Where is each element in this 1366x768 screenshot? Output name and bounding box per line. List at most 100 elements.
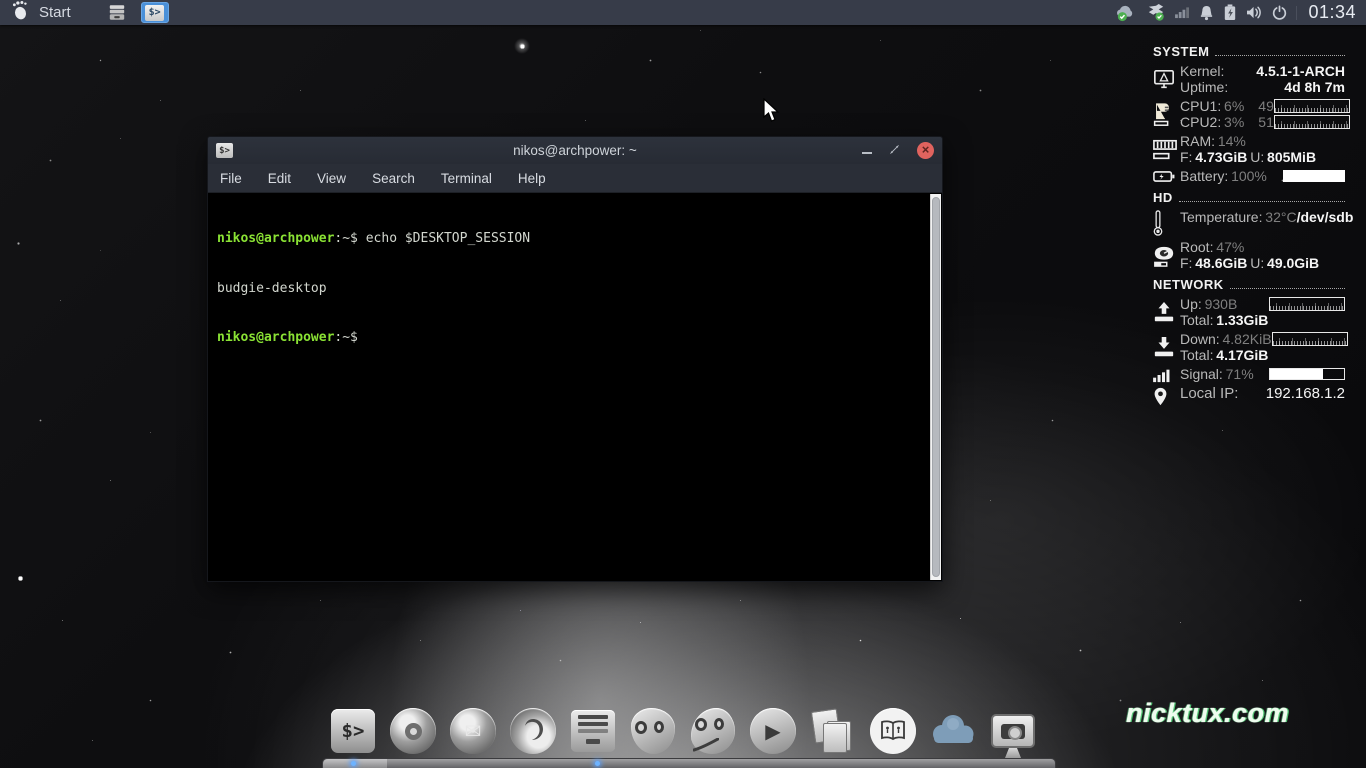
hd-temp: 32°C [1265,209,1296,225]
dock: $> ✉ ▶ [330,706,1036,756]
volume-icon[interactable] [1246,5,1263,20]
terminal-icon: $> [145,5,164,21]
owncloud-icon [929,712,977,751]
root-percent: 47% [1216,239,1244,255]
menu-file[interactable]: File [220,171,242,186]
file-cabinet-icon [571,710,615,752]
conky-battery-row: Battery: 100% [1153,168,1345,184]
dock-file-manager[interactable] [570,706,616,756]
up-rate: 930B [1205,296,1238,312]
system-tray: 01:34 [1115,0,1366,25]
screenshot-icon [991,714,1035,748]
up-total: 1.33GiB [1216,312,1268,328]
tasklist-terminal-button[interactable]: $> [141,2,169,23]
restore-button[interactable] [889,142,900,160]
tray-separator [1296,6,1297,20]
battery-bar [1283,170,1345,182]
evolution-icon: ✉ [450,708,496,754]
owncloud-sync-icon[interactable] [1115,4,1137,22]
watermark-text: nicktux.com [1126,698,1289,729]
dock-terminal[interactable]: $> [330,706,376,756]
start-menu-button[interactable]: Start [0,0,81,25]
running-indicator-terminal [351,761,356,766]
ram-used: 805MiB [1267,149,1316,165]
ram-percent: 14% [1218,133,1246,149]
dock-documents[interactable] [810,706,856,756]
battery-icon [1153,168,1180,184]
down-rate: 4.82KiB [1223,331,1272,347]
conky-download-row: Down: 4.82KiB Total: 4.17GiB [1153,331,1345,363]
notifications-bell-icon[interactable] [1199,5,1214,21]
terminal-titlebar[interactable]: $> nikos@archpower: ~ × [208,137,942,164]
kernel-version: 4.5.1-1-ARCH [1256,63,1345,79]
dropbox-icon[interactable] [1146,4,1166,22]
menu-help[interactable]: Help [518,171,546,186]
top-panel: Start $> [0,0,1366,25]
minimize-button[interactable] [862,152,872,154]
menu-view[interactable]: View [317,171,346,186]
download-icon [1153,331,1180,363]
menu-terminal[interactable]: Terminal [441,171,492,186]
cpu1-temp: 49 [1258,98,1274,114]
dock-chromium[interactable] [390,706,436,756]
terminal-line-output: budgie-desktop [217,281,922,298]
menu-edit[interactable]: Edit [268,171,291,186]
down-total: 4.17GiB [1216,347,1268,363]
upload-icon [1153,296,1180,328]
conky-monitor: SYSTEM Kernel:4.5.1-1-ARCH Uptime:4d 8h … [1153,38,1345,410]
dock-firefox[interactable] [510,706,556,756]
dock-owncloud[interactable] [930,706,976,756]
terminal-content[interactable]: nikos@archpower:~$ echo $DESKTOP_SESSION… [208,193,942,581]
cpu1-percent: 6% [1224,98,1244,114]
local-ip: 192.168.1.2 [1266,386,1345,402]
network-signal-icon[interactable] [1175,6,1190,19]
play-icon: ▶ [750,708,796,754]
dock-manual[interactable] [870,706,916,756]
conky-hd-header: HD [1153,190,1345,205]
conky-upload-row: Up: 930B Total: 1.33GiB [1153,296,1345,328]
start-label: Start [39,4,71,21]
conky-ip-row: Local IP: 192.168.1.2 [1153,386,1345,407]
window-controls: × [862,142,934,160]
running-indicator-files [595,761,600,766]
terminal-line-command: nikos@archpower:~$ echo $DESKTOP_SESSION [217,231,922,248]
desktop: Start $> [0,0,1366,768]
signal-bar [1269,368,1345,380]
ram-icon [1153,133,1180,165]
terminal-line-prompt: nikos@archpower:~$ [217,330,922,347]
window-list: $> [103,0,169,25]
documents-icon [811,709,855,753]
dock-evolution[interactable]: ✉ [450,706,496,756]
tasklist-files-button[interactable] [103,2,131,23]
dock-pidgin[interactable] [630,706,676,756]
dock-gimp[interactable] [690,706,736,756]
battery-charging-icon[interactable] [1223,4,1237,21]
dock-media-player[interactable]: ▶ [750,706,796,756]
clock[interactable]: 01:34 [1306,2,1356,23]
plank-dock-edge[interactable] [322,758,1056,768]
conky-signal-row: Signal: 71% [1153,366,1345,383]
root-free: 48.6GiB [1195,255,1247,271]
menu-search[interactable]: Search [372,171,415,186]
signal-bars-icon [1153,366,1180,383]
terminal-scrollbar[interactable] [930,194,941,580]
firefox-icon [510,708,556,754]
signal-percent: 71% [1226,366,1254,382]
close-button[interactable]: × [917,142,934,159]
scrollbar-thumb[interactable] [932,197,940,577]
cpu-icon [1153,98,1180,130]
root-used: 49.0GiB [1267,255,1319,271]
location-pin-icon [1153,386,1180,407]
dock-screenshot[interactable] [990,706,1036,756]
hdd-icon [1153,239,1180,271]
chromium-icon [390,708,436,754]
cpu2-percent: 3% [1224,114,1244,130]
battery-percent: 100% [1231,168,1267,184]
uptime-value: 4d 8h 7m [1284,79,1345,95]
download-graph [1272,332,1348,346]
gnome-foot-icon [10,0,31,26]
cpu1-graph [1274,99,1350,113]
conky-network-header: NETWORK [1153,277,1345,292]
power-icon[interactable] [1272,5,1287,21]
gimp-icon [691,708,735,754]
